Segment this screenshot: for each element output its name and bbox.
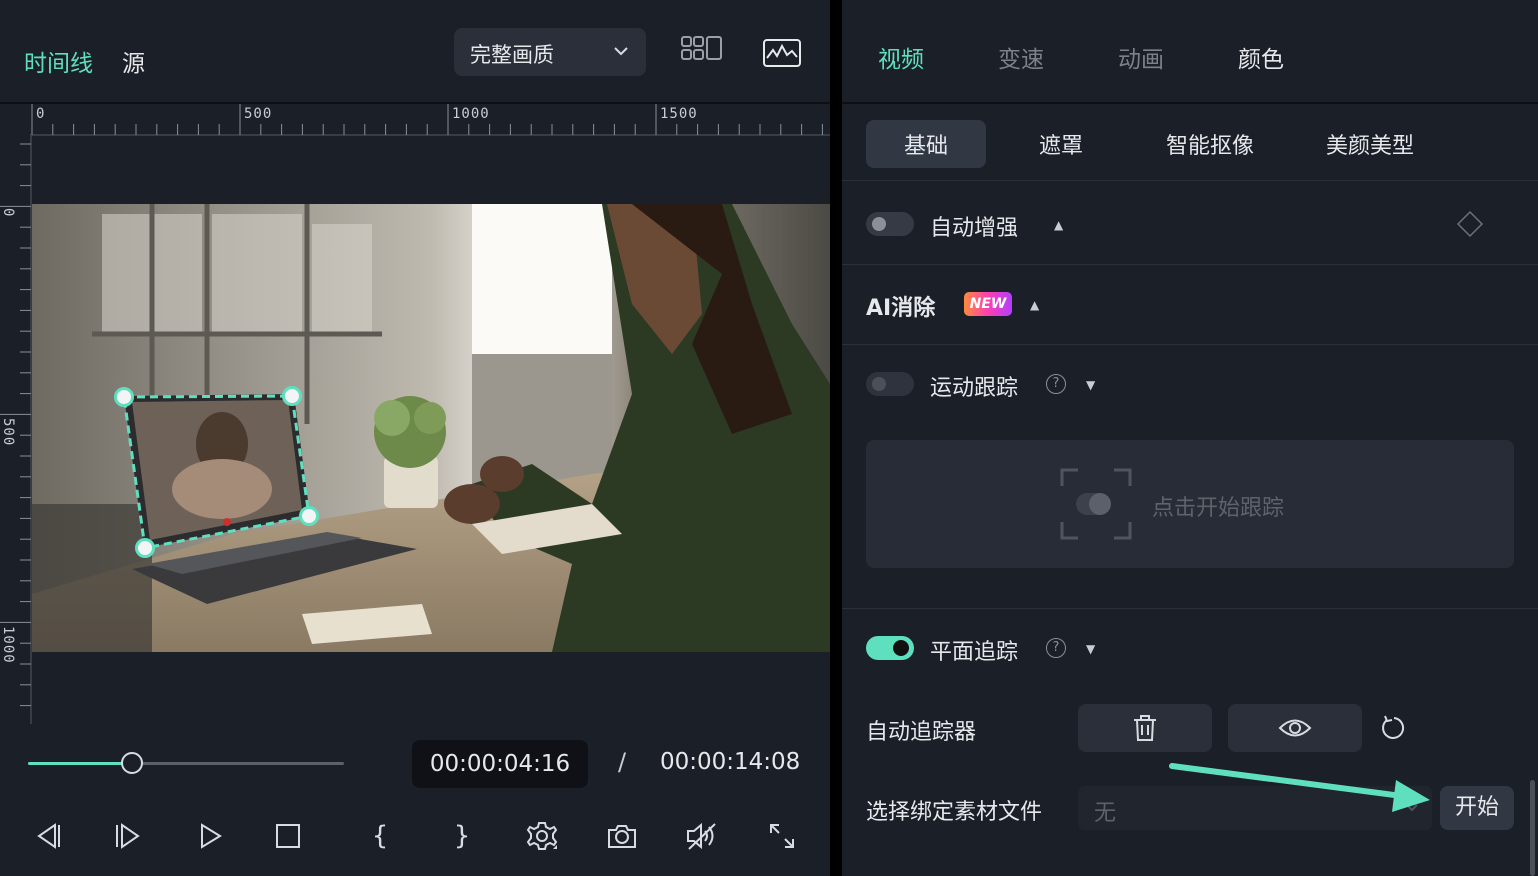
mark-in-icon: { bbox=[371, 821, 389, 851]
previous-frame-button[interactable] bbox=[30, 818, 66, 854]
toggle-dot bbox=[872, 217, 886, 231]
tab-animation[interactable]: 动画 bbox=[1118, 40, 1164, 74]
snapshot-button[interactable] bbox=[604, 818, 640, 854]
auto-tracker-label: 自动追踪器 bbox=[866, 720, 977, 745]
bind-file-value: 无 bbox=[1094, 801, 1117, 826]
tracking-target-icon bbox=[1060, 468, 1132, 540]
trash-icon bbox=[1134, 715, 1156, 741]
select-bind-file-label: 选择绑定素材文件 bbox=[866, 800, 1043, 825]
scrollbar[interactable] bbox=[1530, 780, 1535, 876]
preview-tracker-button[interactable] bbox=[1228, 704, 1362, 752]
grid-layout-icon[interactable] bbox=[680, 34, 724, 64]
speaker-muted-icon bbox=[687, 822, 716, 850]
ruler-mark: 1500 bbox=[660, 106, 698, 122]
tab-video[interactable]: 视频 bbox=[878, 40, 924, 74]
planar-tracking-label: 平面追踪 bbox=[930, 640, 1019, 665]
total-time: 00:00:14:08 bbox=[660, 749, 801, 775]
current-time-text: 00:00:04:16 bbox=[429, 751, 571, 777]
annotation-arrow-icon bbox=[1169, 763, 1430, 812]
play-icon bbox=[201, 823, 222, 849]
ruler-mark: 0 bbox=[0, 208, 16, 218]
subtab-smart-cutout[interactable]: 智能抠像 bbox=[1146, 120, 1274, 168]
audio-mute-button[interactable] bbox=[684, 818, 720, 854]
tab-source[interactable]: 源 bbox=[122, 44, 145, 78]
toggle-dot bbox=[872, 377, 886, 391]
tracker-handle[interactable] bbox=[135, 538, 155, 558]
subtab-beauty[interactable]: 美颜美型 bbox=[1306, 120, 1434, 168]
delete-tracker-button[interactable] bbox=[1078, 704, 1212, 752]
quality-select-label: 完整画质 bbox=[470, 43, 554, 67]
fullscreen-button[interactable] bbox=[764, 818, 800, 854]
auto-enhance-label: 自动增强 bbox=[930, 216, 1019, 241]
motion-tracking-label: 运动跟踪 bbox=[930, 376, 1019, 401]
preview-panel: 时间线 源 完整画质 0 500 1000 1500 0 500 1000 00… bbox=[0, 0, 830, 876]
video-frame-image bbox=[32, 204, 830, 652]
waveform-icon[interactable] bbox=[762, 38, 802, 68]
section-divider bbox=[842, 264, 1538, 265]
horizontal-ruler bbox=[30, 104, 830, 136]
ruler-mark: 500 bbox=[0, 418, 16, 447]
tracker-handle[interactable] bbox=[299, 506, 319, 526]
reset-icon[interactable] bbox=[1380, 714, 1408, 742]
progress-knob[interactable] bbox=[121, 752, 144, 774]
new-badge: NEW bbox=[964, 292, 1012, 316]
camera-icon bbox=[608, 825, 636, 848]
stop-button[interactable] bbox=[270, 818, 306, 854]
next-frame-button[interactable] bbox=[110, 818, 146, 854]
tabs-divider bbox=[842, 102, 1538, 104]
chevron-down-icon bbox=[614, 47, 628, 56]
auto-enhance-toggle[interactable] bbox=[866, 212, 914, 236]
keyframe-diamond-icon[interactable] bbox=[1456, 210, 1484, 238]
tab-speed[interactable]: 变速 bbox=[998, 40, 1044, 74]
tracker-handle[interactable] bbox=[282, 386, 302, 406]
caret-up-icon[interactable]: ▲ bbox=[1030, 298, 1039, 312]
tracker-handle[interactable] bbox=[114, 387, 134, 407]
step-forward-icon bbox=[116, 823, 140, 849]
caret-down-icon[interactable]: ▼ bbox=[1086, 378, 1095, 392]
gear-icon bbox=[526, 822, 558, 850]
playback-progress[interactable] bbox=[28, 752, 344, 774]
play-button[interactable] bbox=[192, 818, 228, 854]
step-back-icon bbox=[37, 823, 60, 849]
section-divider bbox=[842, 608, 1538, 609]
caret-up-icon[interactable]: ▲ bbox=[1054, 218, 1063, 232]
quality-select[interactable]: 完整画质 bbox=[454, 28, 646, 76]
click-to-track-label: 点击开始跟踪 bbox=[1152, 496, 1285, 521]
planar-tracking-toggle[interactable] bbox=[866, 636, 914, 660]
ruler-mark: 500 bbox=[244, 106, 273, 122]
section-divider bbox=[842, 344, 1538, 345]
eye-icon bbox=[1278, 719, 1312, 737]
render-settings-button[interactable] bbox=[524, 818, 560, 854]
tab-timeline[interactable]: 时间线 bbox=[24, 44, 93, 78]
subtab-mask[interactable]: 遮罩 bbox=[1006, 120, 1116, 168]
ai-remove-label: AI消除 bbox=[866, 296, 936, 321]
start-tracking-area[interactable]: 点击开始跟踪 bbox=[866, 440, 1514, 568]
ruler-mark: 1000 bbox=[0, 626, 16, 664]
stop-icon bbox=[276, 824, 300, 848]
start-button[interactable]: 开始 bbox=[1440, 786, 1514, 830]
video-preview[interactable] bbox=[32, 204, 830, 652]
help-icon[interactable]: ? bbox=[1046, 374, 1066, 394]
toggle-dot bbox=[893, 640, 909, 656]
tab-color[interactable]: 颜色 bbox=[1238, 40, 1284, 74]
progress-fill bbox=[28, 762, 133, 765]
motion-tracking-toggle[interactable] bbox=[866, 372, 914, 396]
mark-out-icon: } bbox=[453, 821, 471, 851]
expand-icon bbox=[770, 824, 794, 848]
current-time[interactable]: 00:00:04:16 bbox=[412, 740, 588, 788]
help-icon[interactable]: ? bbox=[1046, 638, 1066, 658]
time-separator: / bbox=[618, 748, 627, 776]
section-divider bbox=[842, 180, 1538, 181]
ruler-mark: 1000 bbox=[452, 106, 490, 122]
subtab-basic[interactable]: 基础 bbox=[866, 120, 986, 168]
ruler-mark: 0 bbox=[36, 106, 46, 122]
mark-in-button[interactable]: { bbox=[362, 818, 398, 854]
caret-down-icon[interactable]: ▼ bbox=[1086, 642, 1095, 656]
mark-out-button[interactable]: } bbox=[444, 818, 480, 854]
